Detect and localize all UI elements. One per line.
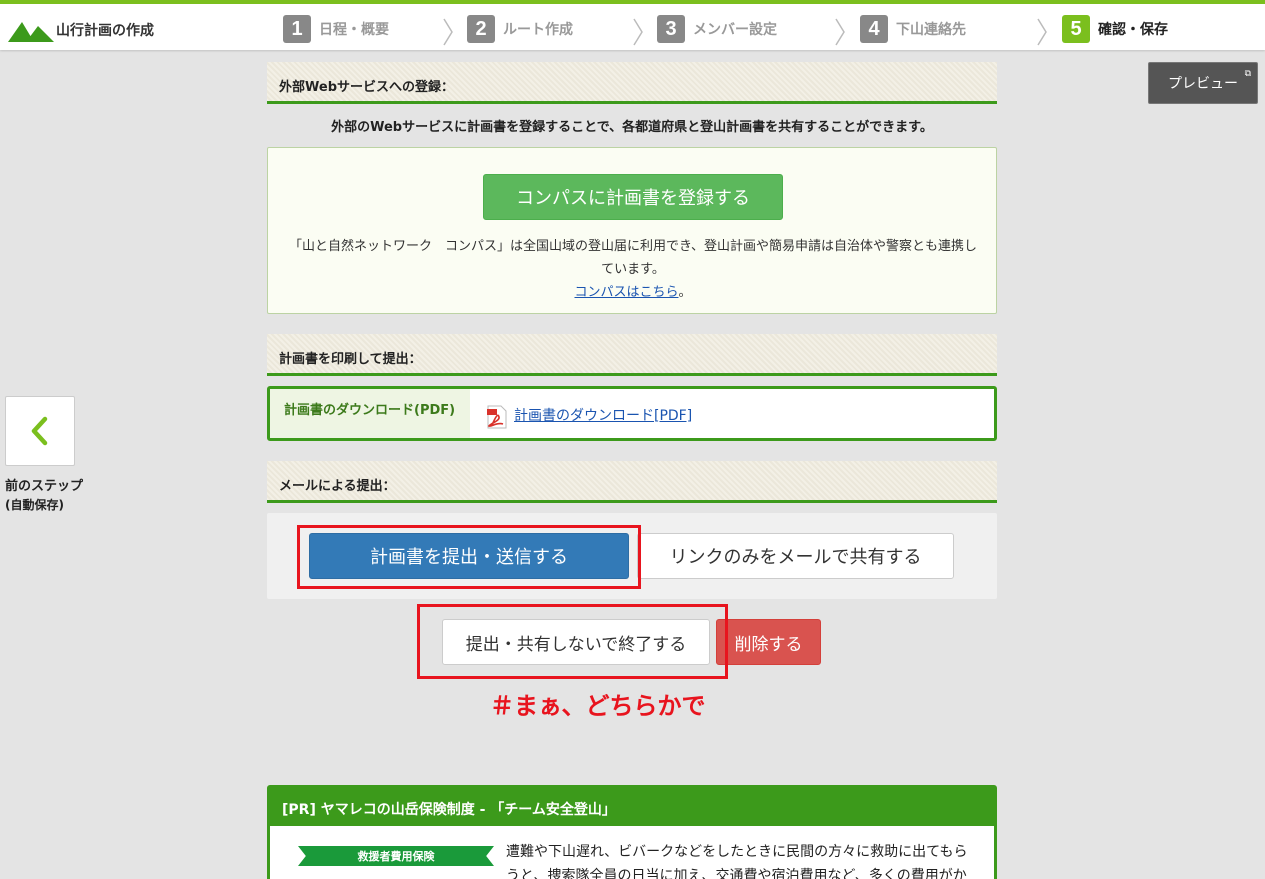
pdf-download-row: 計画書のダウンロード(PDF) 計画書のダウンロード[PDF] xyxy=(267,386,997,441)
chevron-right-icon xyxy=(633,18,643,46)
chevron-left-icon xyxy=(31,416,48,446)
step-label: 確認・保存 xyxy=(1098,22,1168,38)
compass-link[interactable]: コンパスはこちら xyxy=(574,285,678,300)
section-header-external: 外部Webサービスへの登録： xyxy=(267,62,997,104)
external-link-icon: ⧉ xyxy=(1244,69,1251,79)
compass-description: 「山と自然ネットワーク コンパス」は全国山域の登山届に利用でき、登山計画や簡易申… xyxy=(288,235,978,304)
step-number: 3 xyxy=(657,15,685,43)
share-link-button[interactable]: リンクのみをメールで共有する xyxy=(637,533,954,579)
step-number: 5 xyxy=(1062,15,1090,43)
step-number: 2 xyxy=(467,15,495,43)
pdf-download-label: 計画書のダウンロード(PDF) xyxy=(270,389,470,438)
previous-step-label: 前のステップ xyxy=(5,479,84,494)
step-label: メンバー設定 xyxy=(693,22,777,38)
step-4[interactable]: 4 下山連絡先 xyxy=(860,14,966,44)
app-title: 山行計画の作成 xyxy=(56,23,154,39)
preview-label: プレビュー xyxy=(1168,76,1238,92)
step-number: 1 xyxy=(283,15,311,43)
register-compass-button[interactable]: コンパスに計画書を登録する xyxy=(483,174,783,220)
chevron-right-icon xyxy=(1037,18,1047,46)
step-label: 日程・概要 xyxy=(319,22,389,38)
preview-button[interactable]: プレビュー ⧉ xyxy=(1148,62,1258,104)
external-intro-text: 外部のWebサービスに計画書を登録することで、各都道府県と登山計画書を共有するこ… xyxy=(331,120,933,135)
step-label: ルート作成 xyxy=(503,22,573,38)
pr-insurance-box: [PR] ヤマレコの山岳保険制度 - 「チーム安全登山」 救援者費用保険 遭難や… xyxy=(267,785,997,879)
pr-description: 遭難や下山遅れ、ビバークなどをしたときに民間の方々に救助に出てもらうと、捜索隊全… xyxy=(506,844,968,879)
step-1[interactable]: 1 日程・概要 xyxy=(283,14,389,44)
step-2[interactable]: 2 ルート作成 xyxy=(467,14,573,44)
pdf-file-icon xyxy=(487,405,507,429)
annotation-text: ＃まぁ、どちらかで xyxy=(490,692,706,720)
chevron-right-icon xyxy=(835,18,845,46)
step-label: 下山連絡先 xyxy=(896,22,966,38)
section-header-print: 計画書を印刷して提出： xyxy=(267,334,997,376)
submit-send-button[interactable]: 計画書を提出・送信する xyxy=(309,533,629,579)
step-number: 4 xyxy=(860,15,888,43)
pr-badge: 救援者費用保険 xyxy=(298,846,494,866)
compass-link-suffix: 。 xyxy=(678,285,692,300)
pr-header[interactable]: [PR] ヤマレコの山岳保険制度 - 「チーム安全登山」 xyxy=(270,788,994,826)
previous-step-button[interactable] xyxy=(5,396,75,466)
finish-without-submit-button[interactable]: 提出・共有しないで終了する xyxy=(442,619,710,665)
step-5[interactable]: 5 確認・保存 xyxy=(1062,14,1168,44)
mountain-logo-icon xyxy=(8,22,54,42)
compass-box: コンパスに計画書を登録する 「山と自然ネットワーク コンパス」は全国山域の登山届… xyxy=(267,147,997,314)
chevron-right-icon xyxy=(443,18,453,46)
top-bar: 山行計画の作成 1 日程・概要 2 ルート作成 3 メンバー設定 4 下山連絡先… xyxy=(0,0,1265,50)
pdf-download-link[interactable]: 計画書のダウンロード[PDF] xyxy=(514,405,692,425)
section-header-mail: メールによる提出： xyxy=(267,461,997,503)
step-3[interactable]: 3 メンバー設定 xyxy=(657,14,777,44)
compass-description-text: 「山と自然ネットワーク コンパス」は全国山域の登山届に利用でき、登山計画や簡易申… xyxy=(288,239,978,277)
previous-step-sublabel: (自動保存) xyxy=(5,498,64,512)
delete-button[interactable]: 削除する xyxy=(716,619,821,665)
